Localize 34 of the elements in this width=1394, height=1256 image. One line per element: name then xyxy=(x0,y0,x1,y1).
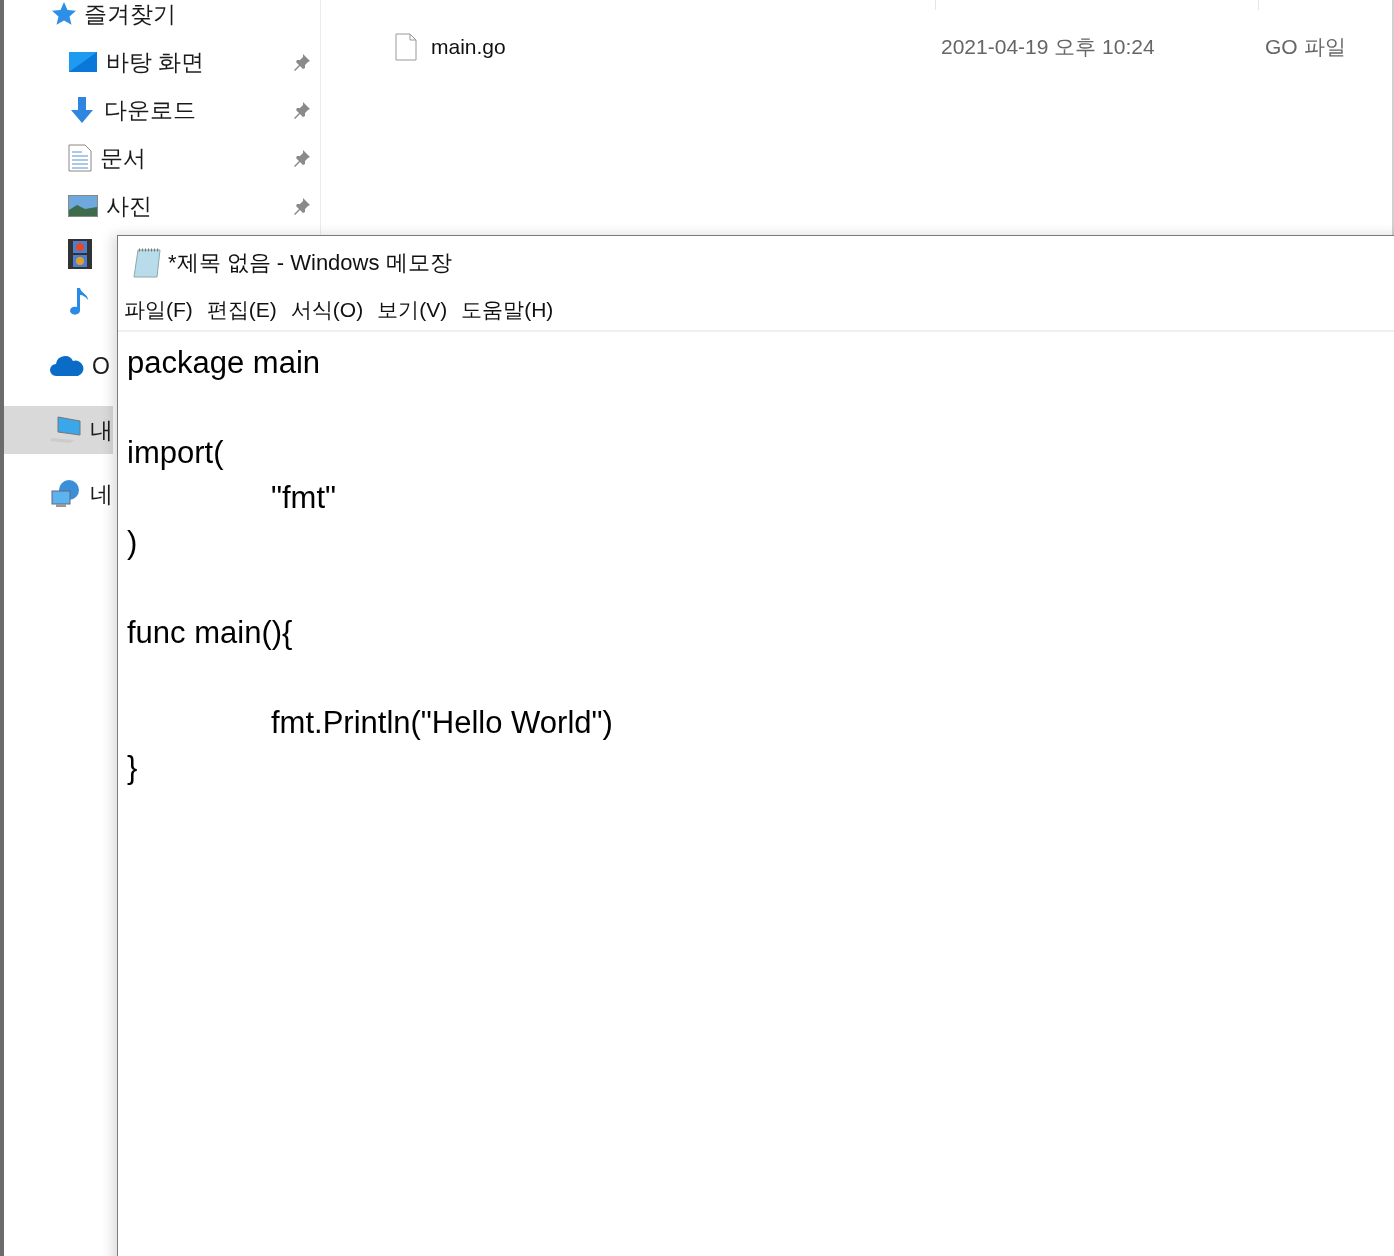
sidebar-item[interactable]: 내 xyxy=(4,406,113,454)
file-icon xyxy=(395,33,417,61)
pin-icon[interactable] xyxy=(292,52,312,72)
editor-text[interactable]: package main import( "fmt" ) func main(){ fmt.Println("Hello World") } xyxy=(127,340,613,790)
pin-icon[interactable] xyxy=(292,148,312,168)
menu-item[interactable]: 편집(E) xyxy=(206,296,277,324)
sidebar-item[interactable]: 문서 xyxy=(4,134,320,182)
star-icon xyxy=(50,1,76,27)
menu-item[interactable]: 서식(O) xyxy=(290,296,364,324)
file-name[interactable]: main.go xyxy=(431,35,851,59)
sidebar-item[interactable]: 네 xyxy=(4,470,113,518)
menu-item[interactable]: 도움말(H) xyxy=(461,296,554,324)
file-type: GO 파일 xyxy=(1265,34,1346,60)
file-date: 2021-04-19 오후 10:24 xyxy=(941,34,1156,60)
sidebar-item[interactable]: 바탕 화면 xyxy=(4,38,320,86)
network-icon xyxy=(50,479,82,509)
menu-item[interactable]: 파일(F) xyxy=(124,296,193,324)
menu-item[interactable]: 보기(V) xyxy=(377,296,448,324)
download-arrow-icon xyxy=(68,96,96,124)
sidebar-item[interactable]: 즐겨찾기 xyxy=(4,0,320,38)
sidebar-item[interactable]: O xyxy=(4,342,113,390)
window-title: *제목 없음 - Windows 메모장 xyxy=(168,249,452,277)
sidebar-item[interactable]: 다운로드 xyxy=(4,86,320,134)
computer-icon xyxy=(50,416,82,444)
pin-icon[interactable] xyxy=(292,100,312,120)
desktop-icon xyxy=(68,51,98,73)
cloud-icon xyxy=(50,355,84,377)
notepad-icon xyxy=(132,247,164,279)
music-note-icon xyxy=(68,287,90,317)
pin-icon[interactable] xyxy=(292,196,312,216)
sidebar-item[interactable]: 사진 xyxy=(4,182,320,230)
film-icon xyxy=(68,239,92,269)
document-icon xyxy=(68,144,92,172)
photo-icon xyxy=(68,195,98,217)
